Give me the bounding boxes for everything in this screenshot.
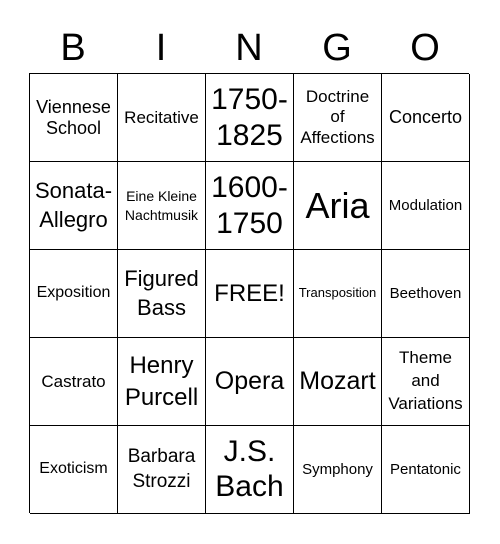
bingo-cell: Symphony [294,426,382,514]
bingo-cell: Doctrine of Affections [294,74,382,162]
header-letter-o: O [410,27,440,69]
bingo-grid: Viennese School Recitative 1750- 1825 Doctr… [29,73,470,514]
bingo-cell: Pentatonic [382,426,470,514]
bingo-cell: Opera [206,338,294,426]
bingo-cell: Exposition [30,250,118,338]
bingo-header: B I N G O [29,24,469,72]
bingo-cell: Mozart [294,338,382,426]
bingo-cell: Barbara Strozzi [118,426,206,514]
bingo-cell: Viennese School [30,74,118,162]
bingo-cell: Exoticism [30,426,118,514]
bingo-cell: Theme and Variations [382,338,470,426]
bingo-cell: Beethoven [382,250,470,338]
bingo-cell: Henry Purcell [118,338,206,426]
bingo-cell: Sonata- Allegro [30,162,118,250]
bingo-cell: Eine Kleine Nachtmusik [118,162,206,250]
bingo-cell: Concerto [382,74,470,162]
bingo-cell: FREE! [206,250,294,338]
header-letter-i: I [155,27,167,69]
bingo-cell: Transposition [294,250,382,338]
header-letter-b: B [60,27,86,69]
bingo-cell: Recitative [118,74,206,162]
bingo-cell: 1750- 1825 [206,74,294,162]
bingo-cell: Figured Bass [118,250,206,338]
bingo-cell: J.S. Bach [206,426,294,514]
bingo-cell: 1600- 1750 [206,162,294,250]
bingo-cell: Modulation [382,162,470,250]
bingo-cell: Castrato [30,338,118,426]
header-letter-g: G [322,27,352,69]
header-letter-n: N [235,27,263,69]
bingo-cell: Aria [294,162,382,250]
